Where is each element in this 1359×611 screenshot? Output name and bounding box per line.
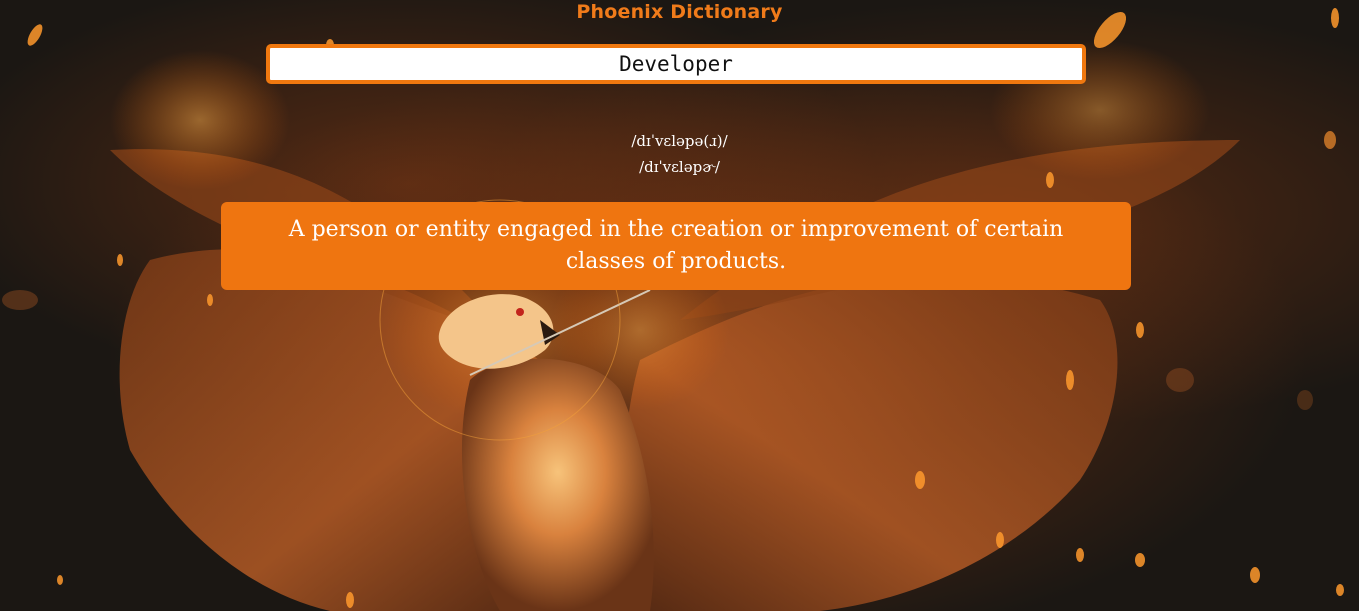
definition-card: A person or entity engaged in the creati… — [221, 202, 1131, 290]
app-page: Phoenix Dictionary /dɪˈvɛləpə(ɹ)/ /dɪˈvɛ… — [0, 0, 1359, 611]
search-input[interactable] — [270, 48, 1082, 80]
phonetics-list: /dɪˈvɛləpə(ɹ)/ /dɪˈvɛləpɚ/ — [0, 128, 1359, 180]
phoenix-background-image — [2, 8, 1344, 611]
phonetic-uk: /dɪˈvɛləpə(ɹ)/ — [631, 132, 728, 150]
definition-text: A person or entity engaged in the creati… — [288, 217, 1064, 274]
search-field[interactable] — [266, 44, 1086, 84]
phonetic-us: /dɪˈvɛləpɚ/ — [639, 158, 720, 176]
app-title: Phoenix Dictionary — [576, 1, 783, 23]
